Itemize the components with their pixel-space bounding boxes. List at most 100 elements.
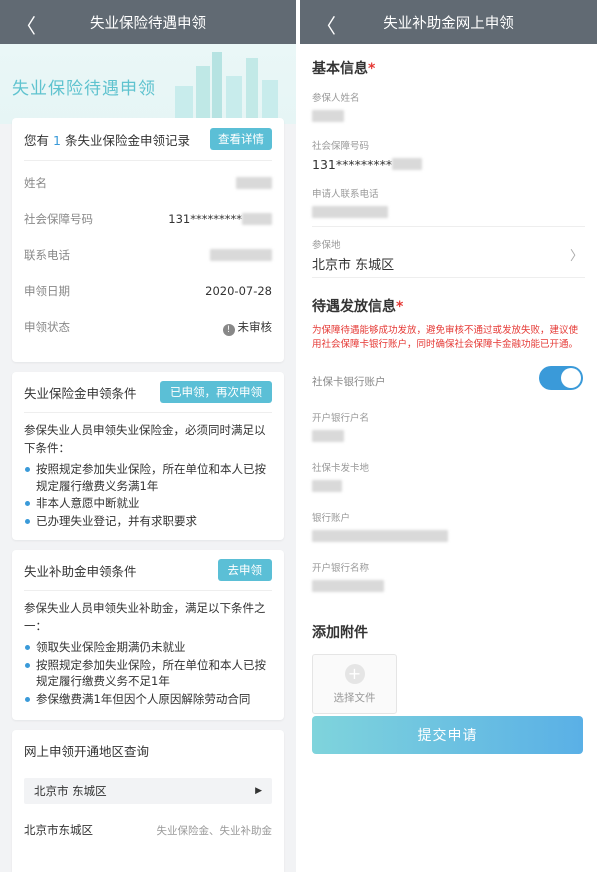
list-item: 领取失业保险金期满仍未就业 [24, 639, 272, 656]
basic-info-title: 基本信息* [300, 44, 597, 86]
row-value: 131********* [168, 212, 242, 226]
field-label: 开户银行名称 [312, 563, 370, 574]
row-label: 申领日期 [24, 284, 70, 298]
chevron-right-icon: 〉 [569, 249, 583, 264]
record-prefix: 您有 [24, 132, 50, 148]
divider [24, 160, 272, 161]
redacted-value [312, 580, 384, 592]
building-illustration [196, 66, 210, 124]
go-apply-button[interactable]: 去申领 [217, 559, 272, 581]
record-suffix: 条失业保险金申领记录 [64, 132, 190, 148]
field-value [312, 478, 585, 494]
field-ssn: 社会保障号码 131********* [300, 134, 597, 178]
redacted-value [236, 177, 272, 189]
basic-info-title-text: 基本信息 [312, 61, 368, 77]
field-account-holder: 开户银行户名 [300, 406, 597, 450]
region-query-title: 网上申领开通地区查询 [24, 743, 150, 759]
list-item: 按照规定参加失业保险，所在单位和本人已按规定履行缴费义务不足1年 [24, 657, 272, 690]
subsidy-condition-intro: 参保失业人员申领失业补助金，满足以下条件之一： [24, 601, 266, 633]
field-bank-name: 开户银行名称 [300, 556, 597, 600]
field-value [312, 578, 585, 594]
subsidy-condition-card: 失业补助金申领条件 去申领 参保失业人员申领失业补助金，满足以下条件之一： 领取… [12, 550, 284, 720]
field-label: 申请人联系电话 [312, 189, 379, 200]
toggle-knob [561, 368, 581, 388]
redacted-value [312, 480, 342, 492]
insurance-condition-header: 失业保险金申领条件 已申领，再次申领 [12, 372, 284, 412]
required-mark: * [396, 299, 404, 315]
left-screen: 〈 失业保险待遇申领 失业保险待遇申领 您有 1 条失业保险金申领记录 查看详情… [0, 0, 296, 872]
status-text: 未审核 [237, 319, 273, 334]
reapply-button[interactable]: 已申领，再次申领 [160, 381, 272, 403]
right-nav-bar: 〈 失业补助金网上申领 [300, 0, 597, 44]
info-icon: ! [222, 323, 235, 336]
row-value: 2020-07-28 [205, 284, 272, 298]
redacted-value [242, 213, 272, 225]
submit-button[interactable]: 提交申请 [312, 716, 583, 754]
hero-banner: 失业保险待遇申领 [0, 44, 296, 124]
redacted-value [312, 430, 344, 442]
region-select[interactable]: 北京市 东城区 ▶ [24, 778, 272, 804]
building-illustration [212, 52, 222, 124]
bank-account-toggle[interactable] [539, 366, 583, 390]
subsidy-condition-list: 领取失业保险金期满仍未就业 按照规定参加失业保险，所在单位和本人已按规定履行缴费… [12, 635, 284, 718]
region-result-row: 北京市东城区 失业保险金、失业补助金 [12, 812, 284, 848]
record-summary: 您有 1 条失业保险金申领记录 [24, 130, 190, 149]
field-insured-name: 参保人姓名 [300, 86, 597, 130]
list-item: 参保缴费满1年但因个人原因解除劳动合同 [24, 691, 272, 708]
left-nav-title: 失业保险待遇申领 [90, 15, 206, 32]
field-value [312, 204, 585, 220]
field-card-issue-place: 社保卡发卡地 [300, 456, 597, 500]
insurance-condition-list: 按照规定参加失业保险，所在单位和本人已按规定履行缴费义务满1年 非本人意愿中断就… [12, 457, 284, 540]
building-illustration [246, 58, 258, 124]
back-icon[interactable]: 〈 [316, 10, 336, 39]
building-illustration [226, 76, 242, 124]
divider [312, 226, 585, 227]
list-item: 按照规定参加失业保险，所在单位和本人已按规定履行缴费义务满1年 [24, 461, 272, 494]
pay-info-title: 待遇发放信息* [300, 278, 597, 324]
left-nav-bar: 〈 失业保险待遇申领 [0, 0, 296, 44]
subsidy-condition-header: 失业补助金申领条件 去申领 [12, 550, 284, 590]
pay-notice: 为保障待遇能够成功发放，避免审核不通过或发放失败，建议使用社会保障卡银行账户，同… [312, 325, 579, 350]
record-row-status: 申领状态 ! 未审核 [12, 309, 284, 345]
insurance-condition-card: 失业保险金申领条件 已申领，再次申领 参保失业人员申领失业保险金，必须同时满足以… [12, 372, 284, 540]
field-insured-place[interactable]: 参保地 北京市 东城区 〉 [300, 233, 597, 277]
row-label: 社会保障号码 [24, 212, 93, 226]
add-icon: + [344, 663, 365, 684]
record-card: 您有 1 条失业保险金申领记录 查看详情 姓名 社会保障号码 131******… [12, 118, 284, 362]
insurance-condition-intro: 参保失业人员申领失业保险金，必须同时满足以下条件： [24, 423, 266, 455]
record-row-name: 姓名 [12, 165, 284, 201]
attach-title: 添加附件 [312, 625, 368, 641]
field-phone: 申请人联系电话 [300, 182, 597, 226]
field-value [312, 528, 585, 544]
field-label: 社保卡发卡地 [312, 463, 370, 474]
view-detail-button[interactable]: 查看详情 [210, 128, 272, 150]
region-query-header: 网上申领开通地区查询 [12, 730, 284, 770]
apply-form: 基本信息* 参保人姓名 社会保障号码 131********* 申请人联系电话 … [300, 44, 597, 872]
right-screen: 〈 失业补助金网上申领 基本信息* 参保人姓名 社会保障号码 131******… [300, 0, 597, 872]
field-label: 参保地 [312, 240, 341, 251]
list-item: 已办理失业登记，并有求职要求 [24, 513, 272, 530]
field-value: 131********* [312, 156, 585, 172]
field-label: 参保人姓名 [312, 93, 360, 104]
redacted-value [312, 110, 344, 122]
hero-title: 失业保险待遇申领 [12, 79, 156, 99]
subsidy-condition-title: 失业补助金申领条件 [24, 563, 137, 579]
row-label: 姓名 [24, 176, 47, 190]
required-mark: * [368, 61, 376, 77]
region-query-card: 网上申领开通地区查询 北京市 东城区 ▶ 北京市东城区 失业保险金、失业补助金 [12, 730, 284, 872]
field-value [312, 108, 585, 124]
status-value: ! 未审核 [222, 319, 273, 336]
redacted-value [312, 530, 448, 542]
record-row-date: 申领日期 2020-07-28 [12, 273, 284, 309]
file-upload-button[interactable]: + 选择文件 [312, 654, 397, 714]
insurance-condition-title: 失业保险金申领条件 [24, 385, 137, 401]
upload-label: 选择文件 [333, 691, 376, 704]
field-value [312, 428, 585, 444]
redacted-value [392, 158, 423, 170]
caret-right-icon: ▶ [255, 786, 262, 796]
field-label: 银行账户 [312, 513, 351, 524]
back-icon[interactable]: 〈 [16, 10, 36, 39]
region-result-types: 失业保险金、失业补助金 [156, 824, 273, 837]
record-card-header: 您有 1 条失业保险金申领记录 查看详情 [12, 118, 284, 160]
field-bank-account: 银行账户 [300, 506, 597, 550]
